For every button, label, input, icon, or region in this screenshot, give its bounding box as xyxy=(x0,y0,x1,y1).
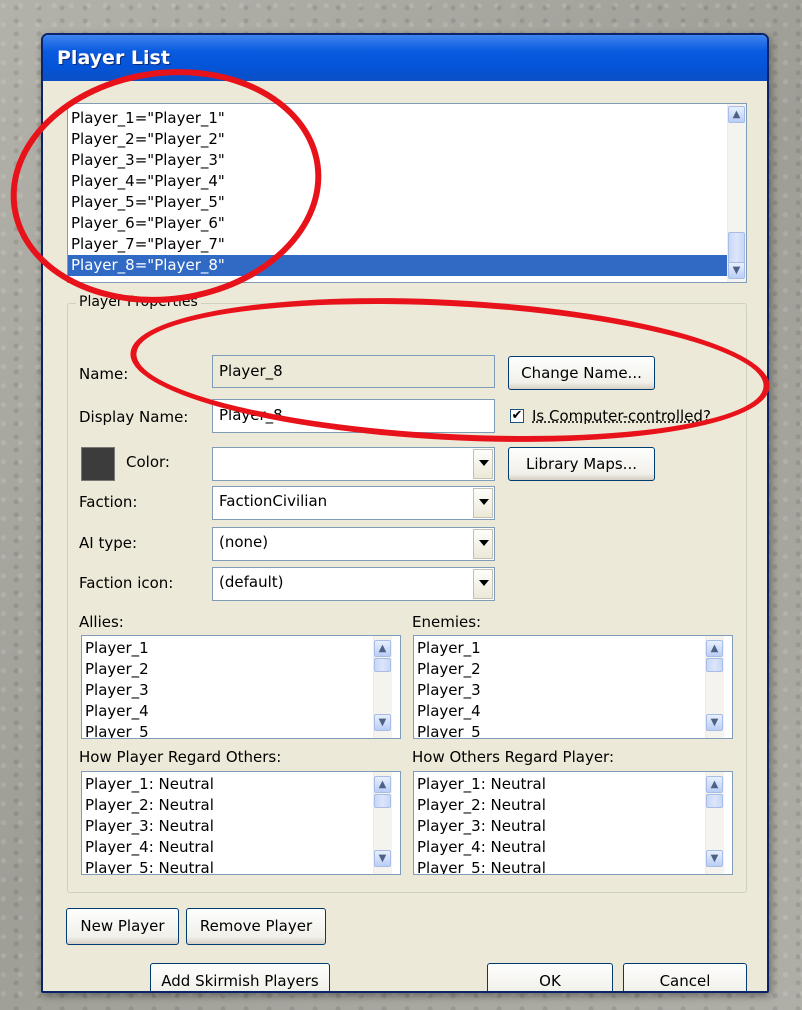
scroll-up-button[interactable]: ▲ xyxy=(706,640,723,657)
ai-type-dropdown[interactable]: (none) xyxy=(212,527,495,561)
faction-label: Faction: xyxy=(79,493,138,511)
others-regard-listbox[interactable]: Player_1: Neutral Player_2: Neutral Player… xyxy=(413,771,733,875)
player-list-dialog: Player List Player_1="Player_1" Player_2=… xyxy=(41,33,769,993)
dialog-body: Player_1="Player_1" Player_2="Player_2" Pl… xyxy=(43,81,767,991)
player-list-item[interactable]: Player_3="Player_3" xyxy=(68,150,746,171)
regard-list-item[interactable]: Player_5: Neutral xyxy=(414,858,732,874)
ok-button[interactable]: OK xyxy=(487,963,613,991)
enemies-label: Enemies: xyxy=(412,613,482,631)
window-title: Player List xyxy=(57,47,170,69)
scroll-thumb[interactable] xyxy=(374,658,391,672)
computer-controlled-label[interactable]: Is Computer-controlled? xyxy=(532,407,711,425)
player-list-scrollbar[interactable]: ▲ ▼ xyxy=(727,104,746,282)
regard-others-scrollbar[interactable]: ▲ ▼ xyxy=(373,772,392,874)
computer-controlled-checkbox[interactable]: ✔ xyxy=(510,409,524,423)
title-bar[interactable]: Player List xyxy=(43,35,767,81)
enemy-list-item[interactable]: Player_4 xyxy=(414,701,732,722)
player-properties-label: Player Properties xyxy=(76,294,201,310)
scroll-up-button[interactable]: ▲ xyxy=(374,776,391,793)
allies-label: Allies: xyxy=(79,613,124,631)
others-regard-scrollbar[interactable]: ▲ ▼ xyxy=(705,772,724,874)
faction-icon-value: (default) xyxy=(219,573,284,591)
regard-others-label: How Player Regard Others: xyxy=(79,748,282,766)
faction-value: FactionCivilian xyxy=(219,492,328,510)
allies-listbox[interactable]: Player_1 Player_2 Player_3 Player_4 Player_5… xyxy=(81,635,401,739)
scroll-up-button[interactable]: ▲ xyxy=(374,640,391,657)
scroll-down-button[interactable]: ▼ xyxy=(706,850,723,867)
player-listbox[interactable]: Player_1="Player_1" Player_2="Player_2" Pl… xyxy=(67,103,747,283)
regard-list-item[interactable]: Player_1: Neutral xyxy=(414,774,732,795)
change-name-button[interactable]: Change Name... xyxy=(508,356,655,390)
regard-list-item[interactable]: Player_2: Neutral xyxy=(82,795,400,816)
ally-list-item[interactable]: Player_2 xyxy=(82,659,400,680)
chevron-down-icon[interactable] xyxy=(473,488,493,518)
player-list-item[interactable]: Player_5="Player_5" xyxy=(68,192,746,213)
enemies-scrollbar[interactable]: ▲ ▼ xyxy=(705,636,724,738)
regard-list-item[interactable]: Player_4: Neutral xyxy=(82,837,400,858)
scroll-thumb[interactable] xyxy=(728,232,745,264)
ai-type-value: (none) xyxy=(219,533,269,551)
scroll-up-button[interactable]: ▲ xyxy=(706,776,723,793)
chevron-down-icon[interactable] xyxy=(473,449,493,479)
player-list-item[interactable]: Player_2="Player_2" xyxy=(68,129,746,150)
regard-list-item[interactable]: Player_1: Neutral xyxy=(82,774,400,795)
regard-list-item[interactable]: Player_4: Neutral xyxy=(414,837,732,858)
regard-list-item[interactable]: Player_2: Neutral xyxy=(414,795,732,816)
ally-list-item[interactable]: Player_5 xyxy=(82,722,400,738)
scroll-down-button[interactable]: ▼ xyxy=(374,714,391,731)
regard-list-item[interactable]: Player_5: Neutral xyxy=(82,858,400,874)
remove-player-button[interactable]: Remove Player xyxy=(186,908,326,945)
enemy-list-item[interactable]: Player_3 xyxy=(414,680,732,701)
player-list-item[interactable]: Player_8="Player_8" xyxy=(68,255,746,276)
enemies-listbox[interactable]: Player_1 Player_2 Player_3 Player_4 Player_5… xyxy=(413,635,733,739)
player-list-item[interactable]: Player_7="Player_7" xyxy=(68,234,746,255)
regard-list-item[interactable]: Player_3: Neutral xyxy=(414,816,732,837)
display-name-input[interactable]: Player_8 xyxy=(212,399,495,433)
ally-list-item[interactable]: Player_1 xyxy=(82,638,400,659)
cancel-button[interactable]: Cancel xyxy=(623,963,747,991)
name-label: Name: xyxy=(79,365,129,383)
add-skirmish-players-button[interactable]: Add Skirmish Players xyxy=(150,963,330,991)
scroll-down-button[interactable]: ▼ xyxy=(706,714,723,731)
color-dropdown[interactable] xyxy=(212,447,495,481)
ai-type-label: AI type: xyxy=(79,534,138,552)
library-maps-button[interactable]: Library Maps... xyxy=(508,447,655,481)
name-field: Player_8 xyxy=(212,355,495,388)
scroll-up-button[interactable]: ▲ xyxy=(728,106,745,123)
ally-list-item[interactable]: Player_3 xyxy=(82,680,400,701)
chevron-down-icon[interactable] xyxy=(473,569,493,599)
player-list-item[interactable]: Player_4="Player_4" xyxy=(68,171,746,192)
player-list-item[interactable]: Player_6="Player_6" xyxy=(68,213,746,234)
enemy-list-item[interactable]: Player_5 xyxy=(414,722,732,738)
others-regard-label: How Others Regard Player: xyxy=(412,748,615,766)
scroll-down-button[interactable]: ▼ xyxy=(374,850,391,867)
chevron-down-icon[interactable] xyxy=(473,529,493,559)
faction-dropdown[interactable]: FactionCivilian xyxy=(212,486,495,520)
scroll-thumb[interactable] xyxy=(706,658,723,672)
scroll-thumb[interactable] xyxy=(374,794,391,808)
faction-icon-dropdown[interactable]: (default) xyxy=(212,567,495,601)
scroll-down-button[interactable]: ▼ xyxy=(728,262,745,279)
color-swatch[interactable] xyxy=(81,447,115,481)
regard-others-listbox[interactable]: Player_1: Neutral Player_2: Neutral Player… xyxy=(81,771,401,875)
faction-icon-label: Faction icon: xyxy=(79,574,174,592)
ally-list-item[interactable]: Player_4 xyxy=(82,701,400,722)
new-player-button[interactable]: New Player xyxy=(66,908,179,945)
display-name-label: Display Name: xyxy=(79,408,189,426)
enemy-list-item[interactable]: Player_1 xyxy=(414,638,732,659)
allies-scrollbar[interactable]: ▲ ▼ xyxy=(373,636,392,738)
regard-list-item[interactable]: Player_3: Neutral xyxy=(82,816,400,837)
enemy-list-item[interactable]: Player_2 xyxy=(414,659,732,680)
color-label: Color: xyxy=(126,453,170,471)
player-list-item[interactable]: Player_1="Player_1" xyxy=(68,108,746,129)
scroll-thumb[interactable] xyxy=(706,794,723,808)
